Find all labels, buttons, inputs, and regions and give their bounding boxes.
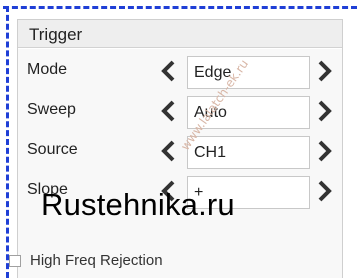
high-freq-rejection-checkbox[interactable] xyxy=(9,254,21,267)
panel-body: Mode Edge Sweep Auto Source CH1 Slope + xyxy=(18,49,342,278)
watermark-main: Rustehnika.ru xyxy=(41,187,235,222)
high-freq-rejection-label: High Freq Rejection xyxy=(30,252,163,269)
panel-title: Trigger xyxy=(18,20,342,48)
source-label: Source xyxy=(27,141,78,158)
source-value-field[interactable]: CH1 xyxy=(187,136,310,169)
mode-next-chevron-right-icon[interactable] xyxy=(314,59,336,83)
dashed-border-top xyxy=(3,6,357,9)
mode-value-field[interactable]: Edge xyxy=(187,56,310,89)
sweep-label: Sweep xyxy=(27,101,76,118)
high-freq-rejection-option[interactable]: High Freq Rejection xyxy=(9,252,163,269)
slope-next-chevron-right-icon[interactable] xyxy=(314,179,336,203)
source-next-chevron-right-icon[interactable] xyxy=(314,139,336,163)
mode-label: Mode xyxy=(27,61,68,78)
mode-row: Mode Edge xyxy=(18,52,342,90)
trigger-panel: Trigger Mode Edge Sweep Auto Source CH1 … xyxy=(17,19,343,278)
dashed-border-left xyxy=(6,6,9,278)
sweep-row: Sweep Auto xyxy=(18,92,342,130)
mode-prev-chevron-left-icon[interactable] xyxy=(157,59,179,83)
source-row: Source CH1 xyxy=(18,132,342,170)
sweep-prev-chevron-left-icon[interactable] xyxy=(157,99,179,123)
sweep-next-chevron-right-icon[interactable] xyxy=(314,99,336,123)
source-prev-chevron-left-icon[interactable] xyxy=(157,139,179,163)
